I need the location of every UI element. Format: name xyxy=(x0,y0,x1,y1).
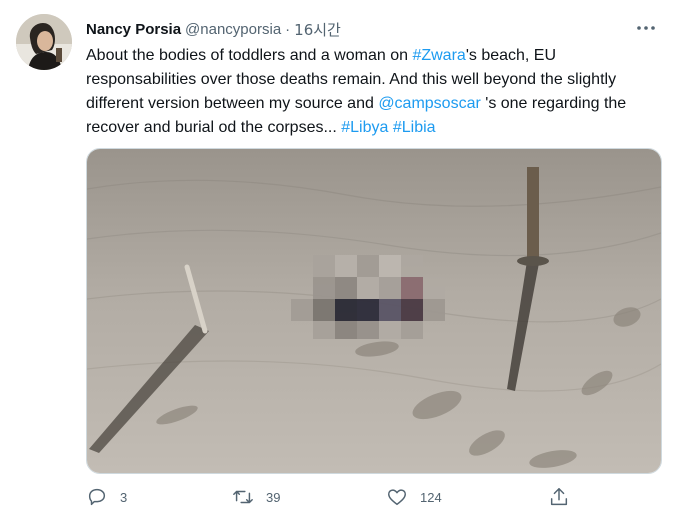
heart-icon xyxy=(388,489,406,506)
tweet-header: Nancy Porsia @nancyporsia · 16시간 xyxy=(86,18,660,40)
separator-dot: · xyxy=(285,20,291,38)
like-count: 124 xyxy=(420,489,442,505)
hashtag-libya-link[interactable]: #Libya xyxy=(341,119,388,136)
author-name[interactable]: Nancy Porsia xyxy=(86,21,181,38)
more-horizontal-icon[interactable] xyxy=(634,16,658,40)
mention-campsoscar-link[interactable]: @campsoscar xyxy=(378,95,481,112)
blurred-region xyxy=(291,255,445,339)
share-button[interactable] xyxy=(548,484,570,510)
hashtag-libia-link[interactable]: #Libia xyxy=(393,119,436,136)
retweet-count: 39 xyxy=(266,489,281,505)
beach-photo-image xyxy=(87,149,661,473)
avatar[interactable] xyxy=(16,14,72,70)
author-handle[interactable]: @nancyporsia xyxy=(185,21,281,38)
tweet-text: About the bodies of toddlers and a woman… xyxy=(86,44,666,140)
text-segment: About the bodies of toddlers and a woman… xyxy=(86,47,413,64)
like-button[interactable]: 124 xyxy=(386,484,442,510)
timestamp[interactable]: 16시간 xyxy=(294,19,341,40)
retweet-icon xyxy=(233,490,253,504)
reply-icon xyxy=(88,488,106,506)
avatar-image xyxy=(16,14,72,70)
reply-count: 3 xyxy=(120,489,128,505)
tweet-photo[interactable] xyxy=(86,148,662,474)
share-icon xyxy=(550,488,568,506)
retweet-button[interactable]: 39 xyxy=(232,484,280,510)
hashtag-zwara-link[interactable]: #Zwara xyxy=(412,47,465,64)
tweet[interactable]: Nancy Porsia @nancyporsia · 16시간 About t… xyxy=(0,0,680,518)
reply-button[interactable]: 3 xyxy=(86,484,127,510)
action-bar: 3 39 124 xyxy=(86,484,586,510)
